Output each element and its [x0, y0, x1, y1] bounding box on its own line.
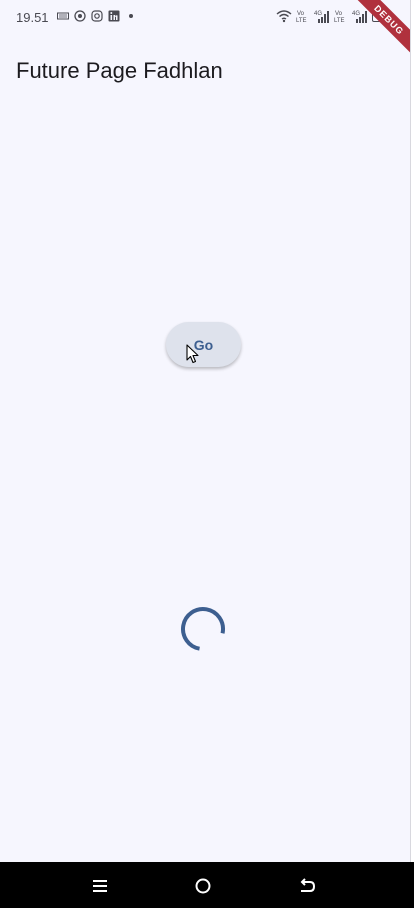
go-button[interactable]: Go: [166, 322, 241, 367]
volte-icon-2: Vo LTE: [334, 11, 345, 24]
linkedin-icon: [108, 10, 120, 22]
status-time: 19.51: [16, 10, 49, 25]
recent-apps-button[interactable]: [90, 876, 110, 896]
back-icon: [300, 878, 316, 892]
mouse-cursor-icon: [186, 344, 199, 364]
svg-text:LTE: LTE: [334, 18, 345, 24]
home-button[interactable]: [193, 876, 213, 896]
volte-icon: Vo LTE: [296, 11, 307, 24]
wifi-icon: [276, 10, 292, 23]
signal-4g-icon: 4G: [314, 11, 329, 23]
signal-4g-icon-2: 4G: [352, 11, 367, 23]
app-bar: Future Page Fadhlan: [0, 44, 414, 100]
system-nav-bar: [0, 862, 414, 908]
loading-spinner-icon: [181, 607, 225, 651]
app-screen: 19.51 Vo LTE 4G Vo LTE 4G DEBUG Future P…: [0, 0, 414, 908]
svg-text:4G: 4G: [314, 11, 322, 17]
home-icon: [195, 878, 211, 894]
instagram-icon: [91, 10, 103, 22]
background-window-edge: [410, 0, 414, 862]
svg-text:Vo: Vo: [335, 11, 343, 17]
svg-text:Vo: Vo: [297, 11, 305, 17]
back-button[interactable]: [297, 876, 317, 896]
status-bar: 19.51 Vo LTE 4G Vo LTE 4G: [0, 0, 414, 36]
menu-icon: [93, 880, 107, 892]
page-title: Future Page Fadhlan: [16, 58, 223, 83]
dot-icon: [129, 14, 133, 18]
svg-text:4G: 4G: [352, 11, 360, 17]
notification-icons: [57, 10, 137, 22]
mail-icon: [57, 12, 69, 20]
whatsapp-icon: [74, 10, 86, 22]
svg-text:LTE: LTE: [296, 18, 307, 24]
